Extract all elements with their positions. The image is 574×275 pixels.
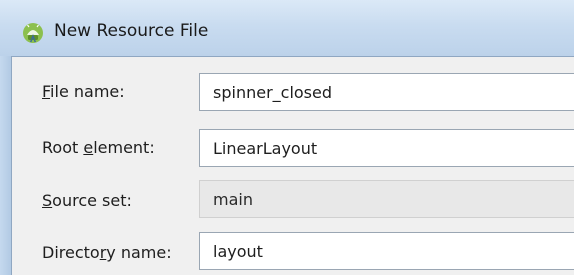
root-element-label: Root element: bbox=[42, 138, 155, 157]
root-element-row: Root element: bbox=[12, 121, 574, 177]
file-name-input[interactable] bbox=[199, 73, 574, 111]
file-name-row: File name: bbox=[12, 63, 574, 119]
source-set-label: Source set: bbox=[42, 191, 132, 210]
source-set-row: Source set: bbox=[12, 174, 574, 230]
file-name-mnemonic: F bbox=[42, 82, 51, 101]
directory-name-row: Directory name: bbox=[12, 227, 574, 275]
source-set-mnemonic: S bbox=[42, 191, 53, 210]
dialog-content: File name: Root element: Source set: Dir… bbox=[11, 56, 574, 275]
window-frame-edge bbox=[0, 56, 11, 275]
root-element-mnemonic: e bbox=[83, 138, 94, 157]
file-name-label: File name: bbox=[42, 82, 125, 101]
android-studio-icon bbox=[22, 22, 44, 44]
directory-name-input[interactable] bbox=[199, 232, 574, 270]
root-element-input[interactable] bbox=[199, 129, 574, 167]
directory-name-label: Directory name: bbox=[42, 243, 172, 262]
title-bar[interactable]: New Resource File bbox=[0, 0, 574, 56]
new-resource-file-dialog: New Resource File File name: Root elemen… bbox=[0, 0, 574, 275]
source-set-field bbox=[199, 180, 574, 218]
window-title: New Resource File bbox=[54, 21, 209, 41]
